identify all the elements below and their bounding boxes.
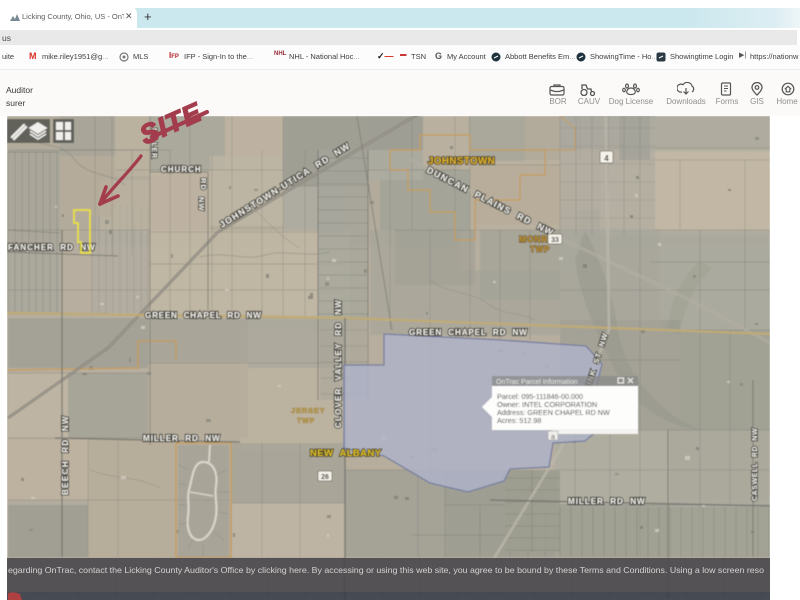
svg-text:SITE: SITE [135,97,206,151]
